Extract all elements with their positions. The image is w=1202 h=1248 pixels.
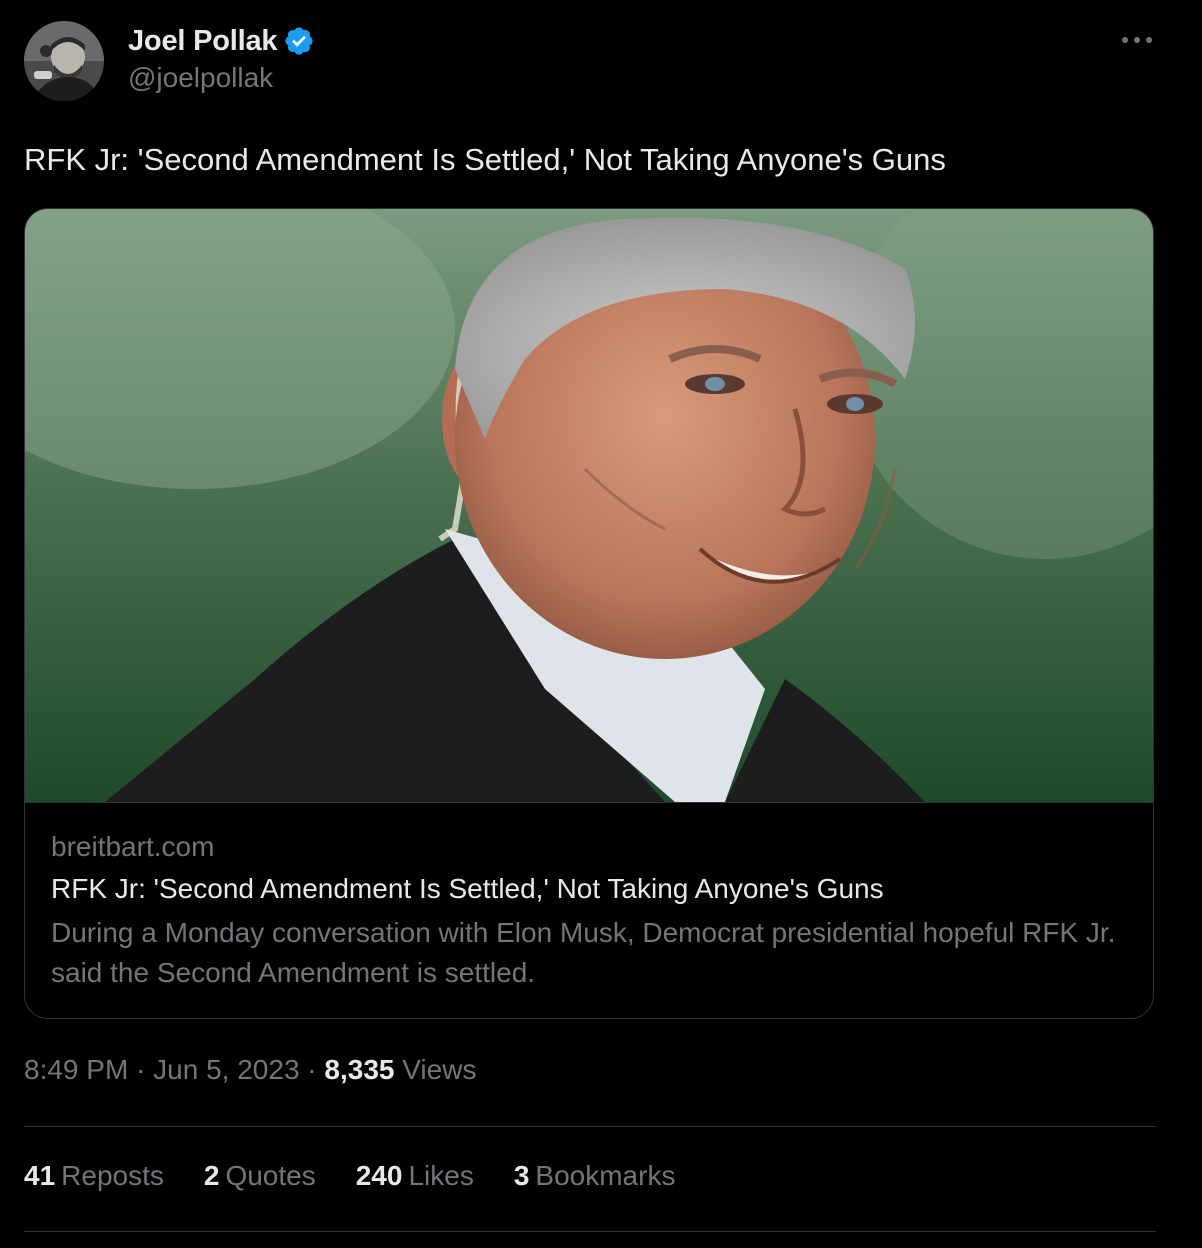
verified-badge-icon[interactable] — [283, 25, 315, 57]
reposts-count: 41 — [24, 1160, 56, 1191]
likes-label: Likes — [408, 1160, 474, 1191]
tweet-date[interactable]: Jun 5, 2023 — [153, 1054, 299, 1085]
quotes-stat[interactable]: 2 Quotes — [204, 1160, 316, 1192]
card-description: During a Monday conversation with Elon M… — [51, 917, 1116, 988]
card-image[interactable] — [25, 209, 1153, 802]
quotes-label: Quotes — [225, 1160, 316, 1191]
author-handle[interactable]: @joelpollak — [128, 62, 273, 94]
bookmarks-label: Bookmarks — [535, 1160, 676, 1191]
link-preview-card[interactable]: breitbart.com RFK Jr: 'Second Amendment … — [24, 208, 1154, 1019]
card-photo — [25, 209, 1153, 802]
reposts-label: Reposts — [61, 1160, 164, 1191]
views-label: Views — [402, 1054, 477, 1085]
more-horizontal-icon — [1122, 37, 1152, 43]
divider-top — [24, 1126, 1156, 1127]
more-button[interactable] — [1115, 22, 1159, 58]
likes-count: 240 — [355, 1160, 403, 1191]
views-count: 8,335 — [324, 1054, 395, 1085]
card-body[interactable]: breitbart.com RFK Jr: 'Second Amendment … — [25, 802, 1153, 1018]
tweet-container: Joel Pollak @joelpollak RFK Jr: 'Second … — [0, 0, 1202, 1248]
likes-stat[interactable]: 240 Likes — [356, 1160, 474, 1192]
tweet-meta: 8:49 PM · Jun 5, 2023 · 8,335 Views — [24, 1054, 476, 1086]
bookmarks-stat[interactable]: 3 Bookmarks — [514, 1160, 676, 1192]
meta-separator: · — [128, 1054, 154, 1085]
reposts-stat[interactable]: 41 Reposts — [24, 1160, 164, 1192]
card-domain: breitbart.com — [51, 831, 215, 862]
quotes-count: 2 — [203, 1160, 220, 1191]
author-display-name[interactable]: Joel Pollak — [128, 25, 278, 58]
tweet-text: RFK Jr: 'Second Amendment Is Settled,' N… — [24, 142, 946, 177]
avatar-image — [24, 21, 104, 101]
divider-bottom — [24, 1231, 1156, 1232]
author-name-row[interactable]: Joel Pollak — [128, 22, 315, 60]
card-title: RFK Jr: 'Second Amendment Is Settled,' N… — [51, 873, 884, 904]
bookmarks-count: 3 — [513, 1160, 530, 1191]
avatar[interactable] — [24, 21, 104, 101]
meta-separator: · — [299, 1054, 325, 1085]
tweet-time[interactable]: 8:49 PM — [24, 1054, 128, 1085]
engagement-stats: 41 Reposts 2 Quotes 240 Likes 3 Bookmarks — [24, 1160, 715, 1192]
